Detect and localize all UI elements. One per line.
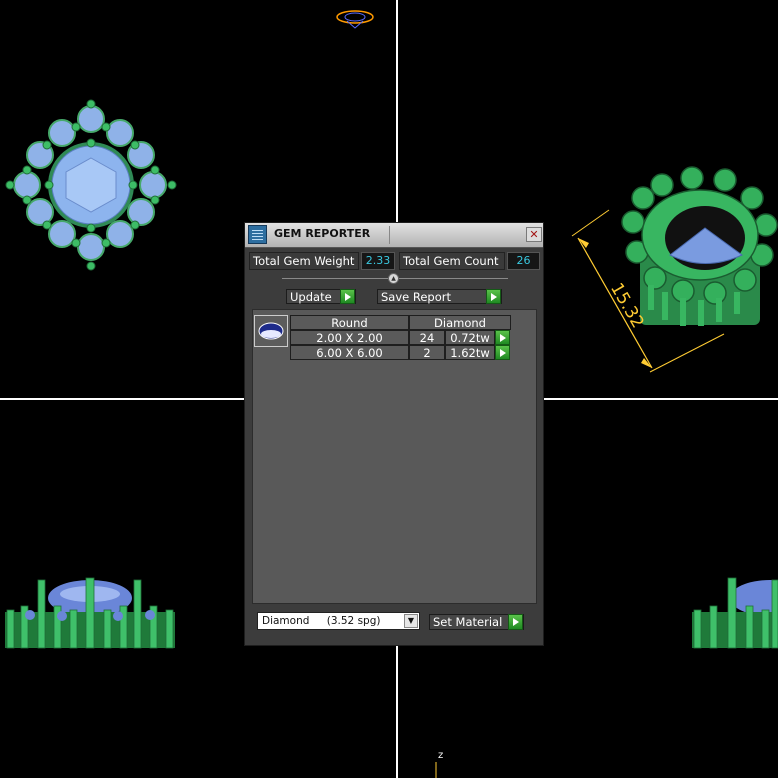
set-material-label: Set Material (433, 615, 503, 629)
ring-perspective-view (621, 166, 778, 326)
z-axis-label: z (438, 750, 443, 761)
total-gem-weight-label: Total Gem Weight (249, 252, 359, 270)
gem-weight-cell: 1.62tw (445, 345, 495, 360)
title-separator (389, 226, 390, 244)
top-view-object (336, 10, 374, 29)
dialog-title: GEM REPORTER (274, 227, 371, 240)
gem-thumbnail[interactable] (254, 315, 288, 347)
total-gem-weight-value: 2.33 (361, 252, 395, 270)
green-arrow-icon (340, 289, 355, 304)
oval-gem-icon (258, 322, 284, 340)
gem-count-cell: 2 (409, 345, 445, 360)
material-name: Diamond (262, 615, 310, 627)
green-arrow-icon (496, 346, 509, 359)
gem-reporter-dialog: GEM REPORTER ✕ Total Gem Weight 2.33 Tot… (244, 222, 544, 646)
update-label: Update (290, 290, 332, 304)
green-arrow-icon (496, 331, 509, 344)
ring-front-view (5, 99, 177, 271)
row-select-button[interactable] (495, 345, 510, 360)
collapse-toggle-icon[interactable]: ▲ (388, 273, 399, 284)
ring-side-view-right (692, 577, 778, 649)
close-icon[interactable]: ✕ (526, 227, 542, 242)
material-select-value: Diamond (3.52 spg) (262, 615, 380, 627)
gem-weight-cell: 0.72tw (445, 330, 495, 345)
column-header-shape: Round (290, 315, 409, 330)
save-report-label: Save Report (381, 290, 452, 304)
set-material-button[interactable]: Set Material (429, 614, 524, 630)
gem-count-cell: 24 (409, 330, 445, 345)
dialog-titlebar[interactable]: GEM REPORTER ✕ (245, 223, 543, 248)
gem-size-cell: 2.00 X 2.00 (290, 330, 409, 345)
gem-size-cell: 6.00 X 6.00 (290, 345, 409, 360)
z-axis-indicator: z (435, 750, 443, 778)
material-spg: (3.52 spg) (326, 615, 381, 627)
green-arrow-icon (508, 614, 523, 630)
update-button[interactable]: Update (286, 289, 356, 304)
ring-side-view (5, 577, 175, 649)
gem-reporter-icon (248, 225, 267, 244)
material-select[interactable]: Diamond (3.52 spg) ▼ (257, 612, 420, 630)
row-select-button[interactable] (495, 330, 510, 345)
green-arrow-icon (486, 289, 501, 304)
chevron-down-icon[interactable]: ▼ (404, 614, 418, 628)
total-gem-count-label: Total Gem Count (399, 252, 505, 270)
save-report-button[interactable]: Save Report (377, 289, 502, 304)
total-gem-count-value: 26 (507, 252, 540, 270)
column-header-material: Diamond (409, 315, 511, 330)
